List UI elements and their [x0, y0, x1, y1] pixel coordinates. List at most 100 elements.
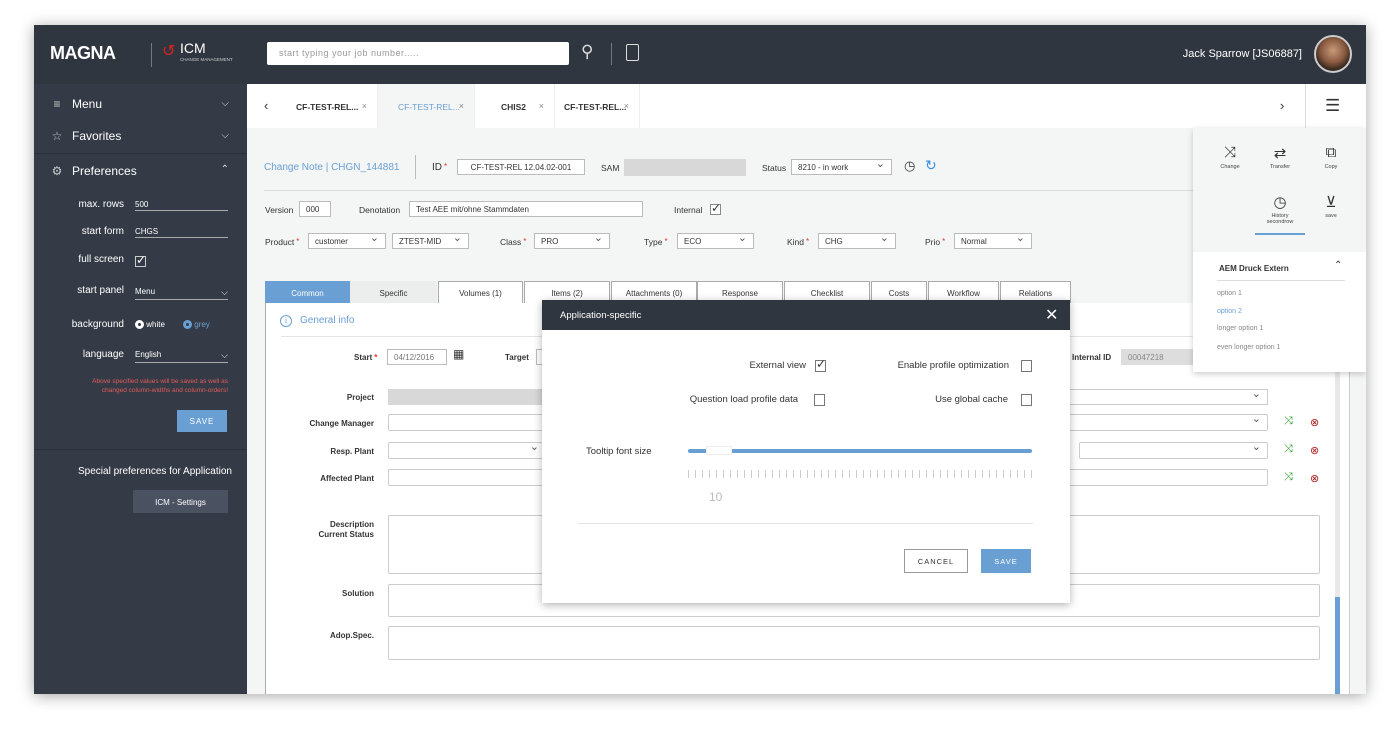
app-window: MAGNA ↺ ICM CHANGE MANAGEMENT start typi… [34, 25, 1366, 694]
tab-label: CF-TEST-REL... [296, 102, 359, 112]
target-label: Target [505, 353, 529, 362]
kind-select[interactable]: CHG [818, 231, 896, 249]
version-label: Version [265, 205, 294, 215]
radio-selected-icon [183, 320, 192, 330]
question-load-checkbox[interactable] [814, 394, 825, 406]
internal-id-field: 00047218 [1121, 349, 1193, 365]
transfer-tool[interactable]: ⇄ Transfer [1260, 144, 1300, 170]
adop-spec-textarea[interactable] [388, 626, 1320, 660]
start-panel-select[interactable]: Menu ⌵ [135, 287, 228, 300]
tab-item[interactable]: CF-TEST-REL... × [555, 84, 640, 128]
close-icon[interactable]: × [539, 101, 544, 111]
calendar-icon[interactable]: ▦ [453, 347, 464, 361]
job-search-input[interactable]: start typing your job number..... [267, 42, 569, 65]
id-field[interactable]: CF-TEST-REL 12.04.02-001 [457, 159, 585, 175]
chevron-left-icon[interactable]: ‹ [264, 98, 268, 113]
external-view-checkbox[interactable] [815, 357, 826, 372]
preferences-save-button[interactable]: SAVE [177, 410, 227, 432]
version-field[interactable]: 000 [299, 201, 331, 217]
application-specific-dialog: Application-specific ✕ External view Ena… [542, 300, 1070, 603]
product-label: Product * [265, 237, 300, 247]
sidebar-item-menu[interactable]: ≡ Menu [48, 97, 102, 111]
start-date-field[interactable]: 04/12/2016 [387, 349, 447, 365]
solution-label: Solution [342, 589, 374, 598]
shuffle-icon: ⤨ [1223, 144, 1236, 161]
tab-item[interactable]: CF-TEST-REL... × [283, 84, 378, 128]
list-menu-icon[interactable]: ☰ [1325, 96, 1340, 116]
type-select[interactable]: ECO [677, 231, 754, 249]
save-button[interactable]: SAVE [981, 549, 1031, 573]
shuffle-icon[interactable]: ⤨ [1284, 415, 1293, 428]
affected-plant-label: Affected Plant [320, 474, 374, 483]
change-tool[interactable]: ⤨ Change [1210, 144, 1250, 170]
chevron-up-icon[interactable]: ⌃ [221, 164, 229, 175]
enable-profile-checkbox[interactable] [1021, 360, 1032, 372]
remove-icon[interactable]: ⊗ [1310, 444, 1319, 457]
avatar[interactable] [1314, 35, 1352, 73]
close-icon[interactable]: × [362, 101, 367, 111]
language-label: language [82, 349, 124, 360]
chevron-down-icon[interactable]: ⌵ [221, 130, 229, 141]
slider-ticks [688, 470, 1032, 478]
history-tool[interactable]: ◷ History secondrow [1260, 193, 1300, 225]
external-view-label: External view [749, 360, 807, 371]
tooltip-font-size-slider[interactable] [688, 449, 1032, 453]
max-rows-input[interactable]: 500 [135, 200, 228, 211]
history-icon[interactable]: ◷ [904, 158, 915, 174]
tab-common[interactable]: Common [265, 281, 350, 303]
chevron-right-icon[interactable]: › [1280, 98, 1284, 113]
background-white-radio[interactable]: white [135, 320, 165, 330]
product-select[interactable]: customer [308, 231, 386, 249]
save-tool[interactable]: ⊻ save [1311, 193, 1351, 219]
close-icon[interactable]: × [459, 101, 464, 111]
sidebar-item-preferences[interactable]: ⚙ Preferences [48, 164, 137, 178]
tab-item[interactable]: CHIS2 × [475, 84, 555, 128]
remove-icon[interactable]: ⊗ [1310, 472, 1319, 485]
product2-select[interactable]: ZTEST-MID [392, 231, 469, 249]
record-title[interactable]: Change Note | CHGN_144881 [264, 162, 399, 173]
global-cache-label: Use global cache [935, 394, 1008, 405]
resp-plant-select[interactable] [388, 440, 546, 459]
magna-logo: MAGNA [50, 43, 116, 63]
language-select[interactable]: English ⌵ [135, 350, 228, 363]
option-item[interactable]: even longer option 1 [1217, 344, 1280, 351]
close-icon[interactable]: × [624, 101, 629, 111]
class-select[interactable]: PRO [534, 231, 610, 249]
scrollbar-thumb[interactable] [1335, 597, 1340, 694]
shuffle-icon[interactable]: ⤨ [1284, 443, 1293, 456]
slider-handle[interactable] [706, 446, 732, 455]
copy-icon: ⧉ [1325, 144, 1337, 161]
status-select[interactable]: 8210 - in work [791, 157, 892, 175]
internal-label: Internal [674, 205, 703, 215]
chevron-down-icon[interactable]: ⌵ [221, 98, 229, 109]
tab-label: CF-TEST-REL... [398, 102, 460, 112]
global-cache-checkbox[interactable] [1021, 394, 1032, 406]
project-label: Project [346, 393, 374, 402]
refresh-icon[interactable]: ↻ [925, 157, 937, 174]
shuffle-icon[interactable]: ⤨ [1284, 471, 1293, 484]
chevron-up-icon[interactable]: ⌃ [1334, 260, 1342, 271]
option-item[interactable]: longer option 1 [1217, 325, 1263, 332]
background-grey-radio[interactable]: grey [183, 320, 210, 330]
resp-plant-select-2[interactable] [1079, 440, 1268, 459]
denotation-label: Denotation [359, 205, 401, 215]
full-screen-checkbox[interactable] [135, 253, 146, 267]
cancel-button[interactable]: CANCEL [904, 549, 968, 573]
option-item[interactable]: option 1 [1217, 290, 1242, 297]
start-form-input[interactable]: CHGS [135, 227, 228, 238]
icm-settings-button[interactable]: ICM - Settings [133, 490, 228, 513]
tab-item-active[interactable]: CF-TEST-REL... × [378, 84, 475, 128]
search-icon[interactable]: ⚲ [581, 42, 593, 62]
document-icon[interactable] [626, 44, 639, 61]
copy-tool[interactable]: ⧉ Copy [1311, 144, 1351, 170]
sidebar-item-favorites[interactable]: ☆ Favorites [48, 129, 122, 143]
prio-select[interactable]: Normal [954, 231, 1032, 249]
close-icon[interactable]: ✕ [1045, 305, 1058, 325]
project-select[interactable] [1058, 387, 1268, 405]
option-item-selected[interactable]: option 2 [1217, 308, 1242, 315]
tab-volumes[interactable]: Volumes (1) [438, 281, 523, 303]
internal-checkbox[interactable] [710, 201, 721, 215]
tab-specific[interactable]: Specific [350, 281, 437, 303]
denotation-field[interactable]: Test AEE mit/ohne Stammdaten [409, 201, 643, 217]
remove-icon[interactable]: ⊗ [1310, 416, 1319, 429]
